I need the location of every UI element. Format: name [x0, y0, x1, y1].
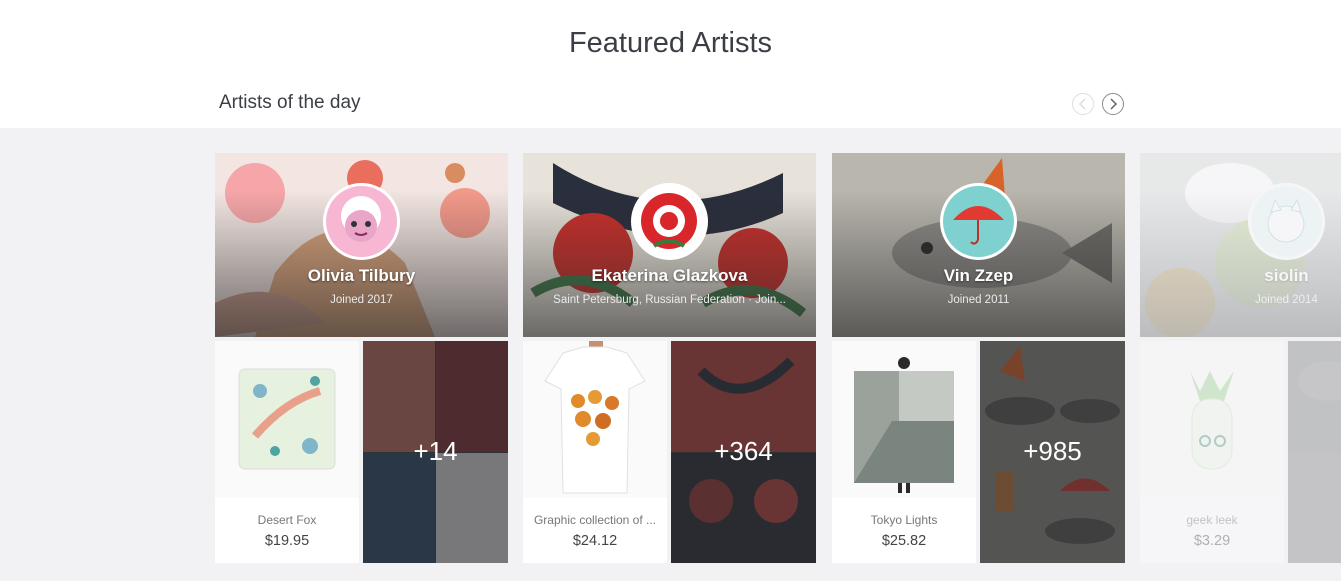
- avatar-image: [326, 186, 397, 257]
- avatar-image: [634, 186, 705, 257]
- product-price: $19.95: [264, 533, 310, 549]
- artist-name[interactable]: siolin: [1140, 266, 1341, 286]
- featured-product[interactable]: Graphic collection of ... $24.12: [523, 341, 667, 563]
- artist-card[interactable]: Vin Zzep Joined 2011 Tokyo Lights $25.82: [832, 153, 1125, 563]
- avatar[interactable]: [940, 183, 1017, 260]
- product-image: [832, 341, 976, 498]
- product-name[interactable]: Desert Fox: [221, 513, 353, 527]
- artist-cover[interactable]: Olivia Tilbury Joined 2017: [215, 153, 508, 337]
- artist-card[interactable]: siolin Joined 2014 geek leek $3.29: [1140, 153, 1341, 563]
- artist-location: Saint Petersburg, Russian Federation · J…: [553, 294, 786, 306]
- avatar-image: [943, 186, 1014, 257]
- artist-cover[interactable]: Ekaterina Glazkova Saint Petersburg, Rus…: [523, 153, 816, 337]
- more-count: +364: [714, 436, 773, 466]
- artist-name[interactable]: Vin Zzep: [832, 266, 1125, 286]
- artist-joined: Joined 2011: [947, 294, 1010, 306]
- carousel-prev-button[interactable]: [1072, 93, 1094, 115]
- product-image: [1140, 341, 1284, 498]
- chevron-left-icon: [1078, 98, 1086, 110]
- avatar[interactable]: [323, 183, 400, 260]
- product-name[interactable]: Tokyo Lights: [838, 513, 970, 527]
- page-title: Featured Artists: [568, 27, 773, 59]
- avatar[interactable]: [631, 183, 708, 260]
- chevron-right-icon: [1110, 98, 1118, 110]
- artist-cover[interactable]: Vin Zzep Joined 2011: [832, 153, 1125, 337]
- more-works-tile[interactable]: +14: [363, 341, 508, 563]
- product-name[interactable]: Graphic collection of ...: [529, 513, 661, 527]
- product-price: $3.29: [1193, 533, 1231, 549]
- section-title: Artists of the day: [219, 92, 361, 113]
- product-price: $25.82: [881, 533, 927, 549]
- product-price: $24.12: [572, 533, 618, 549]
- artist-card[interactable]: Olivia Tilbury Joined 2017 Desert Fox $1…: [215, 153, 508, 563]
- featured-product[interactable]: geek leek $3.29: [1140, 341, 1284, 563]
- artist-cover[interactable]: siolin Joined 2014: [1140, 153, 1341, 337]
- product-image: [523, 341, 667, 498]
- carousel-next-button[interactable]: [1102, 93, 1124, 115]
- featured-product[interactable]: Tokyo Lights $25.82: [832, 341, 976, 563]
- more-count: +14: [413, 436, 458, 466]
- artist-joined: Joined 2017: [330, 294, 393, 306]
- featured-product[interactable]: Desert Fox $19.95: [215, 341, 359, 563]
- more-works-tile[interactable]: +985: [980, 341, 1125, 563]
- more-works-tile[interactable]: [1288, 341, 1341, 563]
- more-works-tile[interactable]: +364: [671, 341, 816, 563]
- avatar-image: [1251, 186, 1322, 257]
- artist-joined: Joined 2014: [1255, 294, 1318, 306]
- avatar[interactable]: [1248, 183, 1325, 260]
- product-image: [215, 341, 359, 498]
- artist-card[interactable]: Ekaterina Glazkova Saint Petersburg, Rus…: [523, 153, 816, 563]
- artist-name[interactable]: Olivia Tilbury: [215, 266, 508, 286]
- product-name[interactable]: geek leek: [1146, 513, 1278, 527]
- more-count: +985: [1023, 436, 1082, 466]
- artist-name[interactable]: Ekaterina Glazkova: [523, 266, 816, 286]
